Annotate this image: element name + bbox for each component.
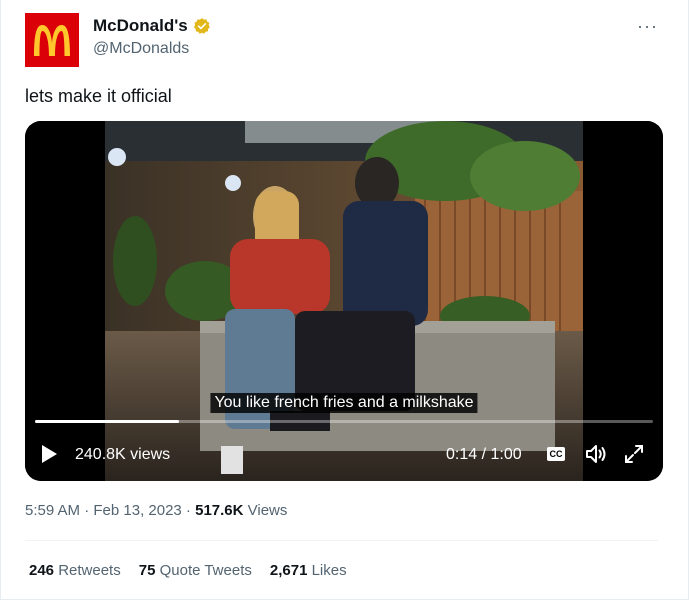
mcdonalds-logo-icon — [34, 25, 70, 56]
play-icon[interactable] — [39, 443, 59, 465]
likes-label: Likes — [307, 562, 347, 579]
tweet-text: lets make it official — [25, 86, 172, 106]
video-frame — [25, 121, 663, 481]
likes-stat[interactable]: 2,671 Likes — [270, 562, 347, 579]
tweet-timestamp[interactable]: 5:59 AM · Feb 13, 2023 · 517.6K Views — [25, 502, 287, 519]
fullscreen-icon[interactable] — [623, 443, 645, 465]
views-label: Views — [243, 502, 288, 519]
video-time: 0:14 / 1:00 — [446, 446, 522, 463]
video-progress-bar[interactable] — [35, 420, 653, 423]
closed-captions-icon[interactable]: CC — [547, 447, 565, 461]
video-views: 240.8K views — [75, 446, 171, 463]
more-options-icon[interactable]: ··· — [637, 16, 658, 37]
retweets-count: 246 — [29, 562, 55, 579]
quote-tweets-label: Quote Tweets — [155, 562, 252, 579]
retweets-stat[interactable]: 246 Retweets — [29, 562, 121, 579]
video-caption: You like french fries and a milkshake — [210, 393, 478, 413]
views-count: 517.6K — [195, 502, 244, 519]
volume-icon[interactable] — [584, 443, 608, 465]
avatar[interactable] — [25, 13, 79, 67]
engagement-stats: 246 Retweets 75 Quote Tweets 2,671 Likes — [29, 562, 347, 579]
video-player[interactable]: You like french fries and a milkshake 24… — [25, 121, 663, 481]
likes-count: 2,671 — [269, 562, 308, 579]
quote-tweets-count: 75 — [138, 562, 156, 579]
timestamp-text: 5:59 AM · Feb 13, 2023 · — [25, 502, 196, 519]
handle[interactable]: @McDonalds — [93, 40, 189, 58]
divider — [25, 540, 658, 541]
display-name[interactable]: McDonald's — [93, 16, 211, 36]
quote-tweets-stat[interactable]: 75 Quote Tweets — [139, 562, 252, 579]
tweet-card: McDonald's @McDonalds ··· lets make it o… — [0, 0, 689, 600]
retweets-label: Retweets — [54, 562, 121, 579]
verified-badge-icon — [193, 18, 210, 34]
video-progress-fill — [35, 420, 179, 423]
display-name-text: McDonald's — [93, 16, 188, 35]
